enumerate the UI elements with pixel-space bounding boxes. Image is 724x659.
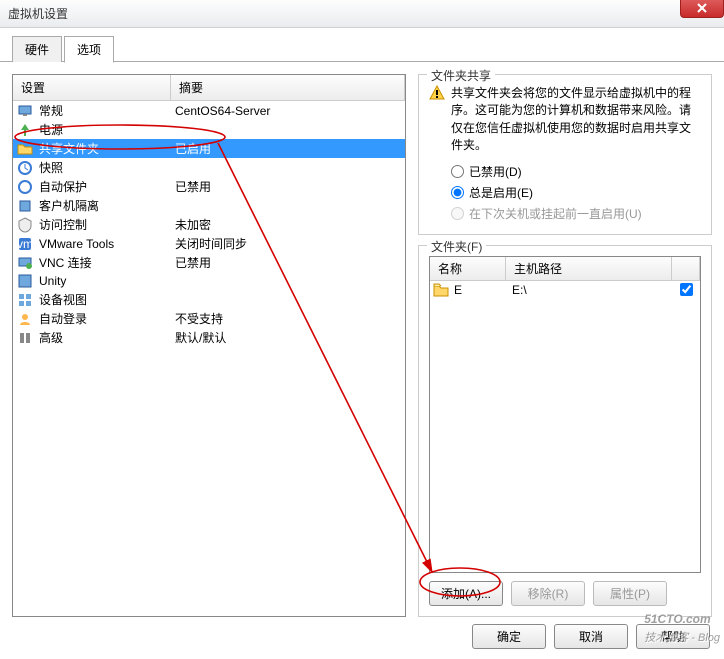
row-name: 高级: [37, 329, 171, 346]
list-item-folder-share[interactable]: 共享文件夹已启用: [13, 139, 405, 158]
list-item-appview[interactable]: 设备视图: [13, 290, 405, 309]
list-item-vmtools[interactable]: vm VMware Tools关闭时间同步: [13, 234, 405, 253]
row-name: 常规: [37, 102, 171, 119]
access-icon: [13, 217, 37, 233]
radio-until-next: 在下次关机或挂起前一直启用(U): [429, 203, 701, 224]
settings-list-panel: 设置 摘要 常规CentOS64-Server电源共享文件夹已启用快照自动保护已…: [12, 74, 406, 617]
list-item-access[interactable]: 访问控制未加密: [13, 215, 405, 234]
title-bar: 虚拟机设置: [0, 0, 724, 28]
row-name: Unity: [37, 274, 171, 288]
list-header: 设置 摘要: [13, 75, 405, 101]
list-item-power[interactable]: 电源: [13, 120, 405, 139]
row-name: 快照: [37, 159, 171, 176]
row-name: VMware Tools: [37, 237, 171, 251]
radio-until-next-input: [451, 207, 464, 220]
row-summary: 已启用: [171, 140, 405, 157]
folder-row-path: E:\: [506, 283, 672, 297]
advanced-icon: [13, 330, 37, 346]
settings-list[interactable]: 常规CentOS64-Server电源共享文件夹已启用快照自动保护已禁用客户机隔…: [13, 101, 405, 616]
radio-disabled-input[interactable]: [451, 165, 464, 178]
row-name: 客户机隔离: [37, 197, 171, 214]
ok-button[interactable]: 确定: [472, 624, 546, 649]
row-name: 自动登录: [37, 310, 171, 327]
folder-sharing-group: 文件夹共享 共享文件夹会将您的文件显示给虚拟机中的程序。这可能为您的计算机和数据…: [418, 74, 712, 235]
row-name: 设备视图: [37, 291, 171, 308]
row-summary: 关闭时间同步: [171, 235, 405, 252]
folder-row[interactable]: E E:\: [430, 281, 700, 299]
autologin-icon: [13, 311, 37, 327]
folder-buttons: 添加(A)... 移除(R) 属性(P): [429, 581, 701, 606]
svg-text:vm: vm: [17, 237, 33, 251]
window-title: 虚拟机设置: [8, 5, 68, 22]
col-summary[interactable]: 摘要: [171, 75, 405, 100]
right-panel: 文件夹共享 共享文件夹会将您的文件显示给虚拟机中的程序。这可能为您的计算机和数据…: [418, 74, 712, 617]
folder-col-name[interactable]: 名称: [430, 257, 506, 280]
row-name: 访问控制: [37, 216, 171, 233]
list-item-monitor[interactable]: 常规CentOS64-Server: [13, 101, 405, 120]
folder-col-path[interactable]: 主机路径: [506, 257, 672, 280]
add-button[interactable]: 添加(A)...: [429, 581, 503, 606]
folder-row-enabled[interactable]: [672, 283, 700, 296]
list-item-autologin[interactable]: 自动登录不受支持: [13, 309, 405, 328]
folders-legend: 文件夹(F): [427, 238, 486, 255]
row-summary: 未加密: [171, 216, 405, 233]
help-button[interactable]: 帮助: [636, 624, 710, 649]
list-item-snapshot[interactable]: 快照: [13, 158, 405, 177]
snapshot-icon: [13, 160, 37, 176]
row-name: 电源: [37, 121, 171, 138]
close-button[interactable]: [680, 0, 724, 18]
radio-disabled[interactable]: 已禁用(D): [429, 161, 701, 182]
remove-button: 移除(R): [511, 581, 585, 606]
vmtools-icon: vm: [13, 236, 37, 252]
power-icon: [13, 122, 37, 138]
row-summary: 默认/默认: [171, 329, 405, 346]
tab-bar: 硬件 选项: [0, 28, 724, 62]
row-name: 自动保护: [37, 178, 171, 195]
cancel-button[interactable]: 取消: [554, 624, 628, 649]
folders-group: 文件夹(F) 名称 主机路径 E E:\ 添加(A)...: [418, 245, 712, 617]
row-summary: CentOS64-Server: [171, 104, 405, 118]
monitor-icon: [13, 103, 37, 119]
dialog-buttons: 确定 取消 帮助: [472, 624, 710, 649]
list-item-isolation[interactable]: 客户机隔离: [13, 196, 405, 215]
tab-options[interactable]: 选项: [64, 36, 114, 63]
folder-share-icon: [13, 141, 37, 157]
warning-text: 共享文件夹会将您的文件显示给虚拟机中的程序。这可能为您的计算机和数据带来风险。请…: [451, 85, 701, 155]
folder-row-name: E: [452, 283, 506, 297]
folder-table-header: 名称 主机路径: [430, 257, 700, 281]
content-area: 设置 摘要 常规CentOS64-Server电源共享文件夹已启用快照自动保护已…: [0, 61, 724, 629]
vnc-icon: [13, 255, 37, 271]
isolation-icon: [13, 198, 37, 214]
row-summary: 已禁用: [171, 254, 405, 271]
unity-icon: [13, 273, 37, 289]
list-item-autoprotect[interactable]: 自动保护已禁用: [13, 177, 405, 196]
radio-always-enable[interactable]: 总是启用(E): [429, 182, 701, 203]
list-item-unity[interactable]: Unity: [13, 272, 405, 290]
folder-icon: [430, 283, 452, 297]
list-item-vnc[interactable]: VNC 连接已禁用: [13, 253, 405, 272]
properties-button: 属性(P): [593, 581, 667, 606]
radio-always-input[interactable]: [451, 186, 464, 199]
folder-table: 名称 主机路径 E E:\: [429, 256, 701, 573]
row-summary: 已禁用: [171, 178, 405, 195]
warning-box: 共享文件夹会将您的文件显示给虚拟机中的程序。这可能为您的计算机和数据带来风险。请…: [429, 85, 701, 155]
tab-hardware[interactable]: 硬件: [12, 36, 62, 62]
folder-col-enabled[interactable]: [672, 257, 700, 280]
warning-icon: [429, 85, 445, 101]
sharing-legend: 文件夹共享: [427, 67, 495, 84]
list-item-advanced[interactable]: 高级默认/默认: [13, 328, 405, 347]
col-settings[interactable]: 设置: [13, 75, 171, 100]
row-name: 共享文件夹: [37, 140, 171, 157]
row-summary: 不受支持: [171, 310, 405, 327]
row-name: VNC 连接: [37, 254, 171, 271]
appview-icon: [13, 292, 37, 308]
autoprotect-icon: [13, 179, 37, 195]
